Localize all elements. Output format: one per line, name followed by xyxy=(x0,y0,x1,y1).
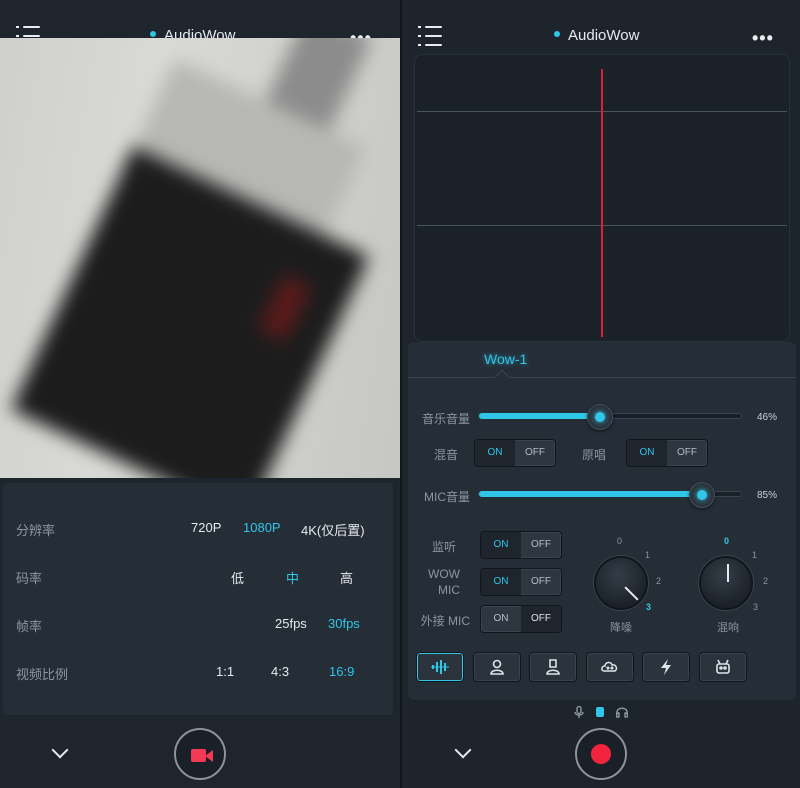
toggle-on[interactable]: ON xyxy=(481,532,521,558)
noise-reduction-label: 降噪 xyxy=(610,622,632,634)
noise-reduction-knob[interactable] xyxy=(594,556,648,610)
toggle-on[interactable]: ON xyxy=(627,440,667,466)
toggle-on[interactable]: ON xyxy=(481,569,521,595)
mic-volume-label: MIC音量 xyxy=(424,490,470,504)
external-mic-toggle[interactable]: ON OFF xyxy=(480,605,562,633)
noise-tick-2: 2 xyxy=(656,576,662,586)
noise-tick-3: 3 xyxy=(646,602,652,612)
audio-panel: AudioWow ••• Wow-1 音乐音量 46% 混音 ON OFF 原唱… xyxy=(400,0,800,788)
settings-option[interactable]: 4:3 xyxy=(271,664,289,679)
video-record-button[interactable] xyxy=(174,728,226,780)
person-alt-icon[interactable] xyxy=(529,652,577,682)
microphone-icon[interactable] xyxy=(574,706,584,718)
lightning-icon[interactable] xyxy=(642,652,690,682)
toggle-off[interactable]: OFF xyxy=(521,532,561,558)
camera-panel: AudioWow ••• 分辨率720P1080P4K(仅后置)码率低中高帧率2… xyxy=(0,0,400,788)
reverb-tick-3: 3 xyxy=(753,602,759,612)
knob-pointer xyxy=(727,564,729,582)
headphones-icon[interactable] xyxy=(616,706,628,718)
original-toggle[interactable]: ON OFF xyxy=(626,439,708,467)
toggle-off[interactable]: OFF xyxy=(521,606,561,632)
reverb-tick-1: 1 xyxy=(752,550,758,560)
robot-icon[interactable] xyxy=(699,652,747,682)
noise-tick-0: 0 xyxy=(617,536,623,546)
settings-label: 帧率 xyxy=(16,619,43,634)
chevron-down-icon[interactable] xyxy=(51,741,69,759)
mix-toggle[interactable]: ON OFF xyxy=(474,439,556,467)
music-volume-label: 音乐音量 xyxy=(421,412,470,426)
settings-option[interactable]: 25fps xyxy=(275,616,307,631)
person-icon[interactable] xyxy=(473,652,521,682)
toggle-on[interactable]: ON xyxy=(481,606,521,632)
mix-label: 混音 xyxy=(433,448,458,462)
chevron-down-icon[interactable] xyxy=(454,741,472,759)
knob-pointer xyxy=(624,586,639,601)
audio-spectrum xyxy=(414,54,790,342)
reverb-tick-2: 2 xyxy=(763,576,769,586)
toggle-on[interactable]: ON xyxy=(475,440,515,466)
audio-control-card: Wow-1 音乐音量 46% 混音 ON OFF 原唱 ON OFF MIC音量… xyxy=(408,342,796,700)
settings-row: 码率 低 中 高 xyxy=(3,561,393,591)
mic-volume-slider[interactable] xyxy=(478,482,742,508)
toggle-off[interactable]: OFF xyxy=(515,440,555,466)
more-icon[interactable]: ••• xyxy=(752,28,774,49)
video-settings-card: 分辨率 720P 1080P 4K(仅后置) 码率 低 中 高帧率 25fps 30fps 视频比例… xyxy=(3,483,393,715)
reverb-knob[interactable] xyxy=(699,556,753,610)
settings-option[interactable]: 16:9 xyxy=(329,664,354,679)
waveform-icon[interactable] xyxy=(416,652,464,682)
settings-option[interactable]: 中 xyxy=(286,568,299,587)
monitor-label: 监听 xyxy=(431,540,456,554)
music-volume-slider[interactable] xyxy=(478,404,742,430)
noise-tick-1: 1 xyxy=(645,550,651,560)
settings-option[interactable]: 1080P xyxy=(243,520,281,535)
tab-indicator xyxy=(493,369,511,387)
settings-row: 帧率 25fps 30fps xyxy=(3,609,393,639)
tab-bar: Wow-1 xyxy=(408,342,796,387)
settings-option[interactable]: 4K(仅后置) xyxy=(301,520,365,539)
input-source-pager xyxy=(574,706,634,720)
reverb-tick-0: 0 xyxy=(724,536,730,546)
settings-row: 分辨率 720P 1080P 4K(仅后置) xyxy=(3,513,393,543)
music-volume-value: 46% xyxy=(757,412,778,423)
wow-mic-toggle[interactable]: ON OFF xyxy=(480,568,562,596)
slider-knob[interactable] xyxy=(586,404,613,430)
slider-knob[interactable] xyxy=(688,482,715,508)
external-mic-label: 外接 MIC xyxy=(420,614,470,628)
settings-row: 视频比例 1:1 4:3 16:9 xyxy=(3,657,393,687)
device-icon[interactable] xyxy=(595,706,605,718)
settings-option[interactable]: 720P xyxy=(191,520,221,535)
status-dot-icon xyxy=(554,31,560,38)
audio-record-button[interactable] xyxy=(575,728,627,780)
app-title: AudioWow xyxy=(554,27,639,44)
settings-option[interactable]: 低 xyxy=(231,568,244,587)
record-icon xyxy=(591,744,611,764)
toggle-off[interactable]: OFF xyxy=(521,569,561,595)
settings-label: 视频比例 xyxy=(16,667,69,682)
settings-label: 分辨率 xyxy=(16,523,56,538)
monitor-toggle[interactable]: ON OFF xyxy=(480,531,562,559)
settings-option[interactable]: 1:1 xyxy=(216,664,234,679)
settings-option[interactable]: 30fps xyxy=(328,616,360,631)
cloud-face-icon[interactable] xyxy=(586,652,634,682)
mic-volume-value: 85% xyxy=(757,490,778,501)
toggle-off[interactable]: OFF xyxy=(667,440,707,466)
camera-preview xyxy=(0,38,400,478)
wow-mic-label: WOW MIC xyxy=(428,567,460,597)
slider-fill xyxy=(479,491,702,497)
menu-icon[interactable] xyxy=(418,26,442,46)
settings-option[interactable]: 高 xyxy=(340,568,353,587)
settings-label: 码率 xyxy=(16,571,43,586)
original-label: 原唱 xyxy=(581,448,606,462)
tab-wow-1[interactable]: Wow-1 xyxy=(484,351,527,367)
playhead-line xyxy=(601,69,603,337)
slider-fill xyxy=(479,413,600,419)
status-dot-icon xyxy=(150,31,156,38)
reverb-label: 混响 xyxy=(717,622,739,634)
